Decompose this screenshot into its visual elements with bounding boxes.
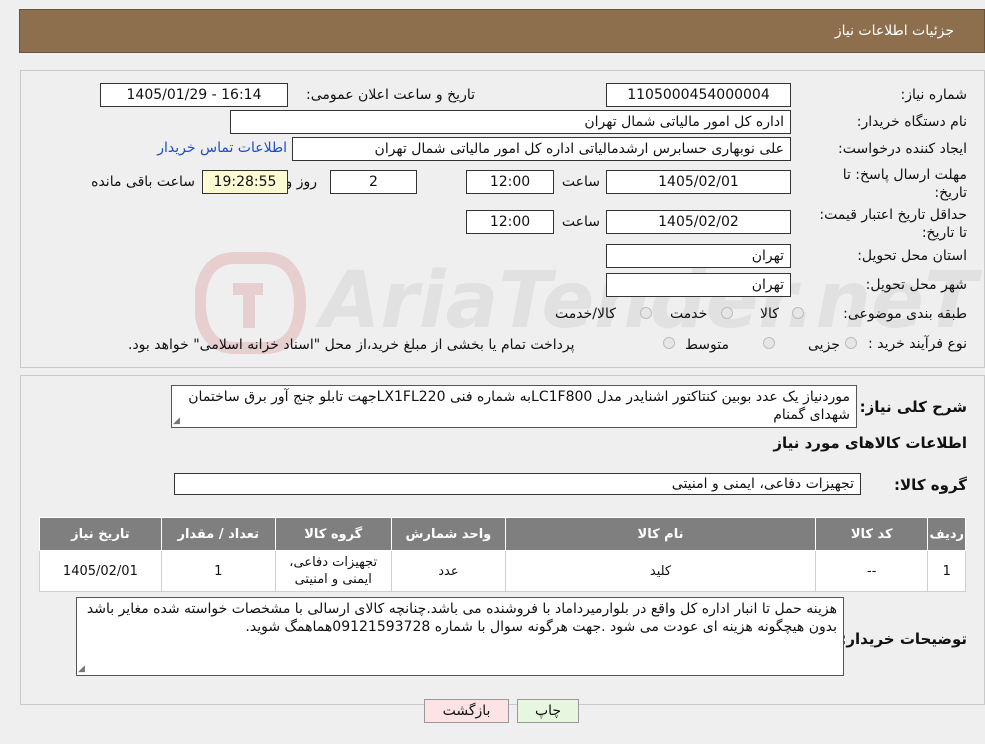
goods-group-cell: تجهیزات دفاعی، ایمنی و امنیتی xyxy=(274,550,392,592)
goods-code-cell: -- xyxy=(814,550,929,592)
process-note: پرداخت تمام یا بخشی از مبلغ خرید،از محل … xyxy=(128,337,575,353)
watermark-text: AriaTender.neT xyxy=(320,256,978,346)
unit-cell: عدد xyxy=(390,550,507,592)
delivery-city-field: تهران xyxy=(606,273,791,297)
announce-datetime-label: تاریخ و ساعت اعلان عمومی: xyxy=(306,87,475,103)
description-field: موردنیاز یک عدد بوبین کنتاکتور اشنایدر م… xyxy=(171,385,857,428)
remaining-time-field: 19:28:55 xyxy=(202,170,288,194)
print-button[interactable]: چاپ xyxy=(517,699,579,723)
column-header: واحد شمارش xyxy=(390,517,507,551)
column-header: گروه کالا xyxy=(274,517,392,551)
buyer-contact-link[interactable]: اطلاعات تماس خریدار xyxy=(157,140,287,156)
goods-table: ردیف کد کالا نام کالا واحد شمارش گروه کا… xyxy=(39,517,966,592)
delivery-province-field: تهران xyxy=(606,244,791,268)
column-header: کد کالا xyxy=(814,517,929,551)
goods-name-cell: کلید xyxy=(505,550,816,592)
buyer-notes-label: توضیحات خریدار: xyxy=(840,630,967,648)
requester-field: علی نوبهاری حسابرس ارشدمالیاتی اداره کل … xyxy=(292,137,791,161)
category-option-goods-service: کالا/خدمت xyxy=(555,306,616,322)
column-header: نام کالا xyxy=(505,517,816,551)
need-number-label: شماره نیاز: xyxy=(900,87,968,103)
category-radio-goods[interactable] xyxy=(792,307,804,319)
process-type-label: نوع فرآیند خرید : xyxy=(868,336,967,352)
category-radio-service[interactable] xyxy=(721,307,733,319)
requester-label: ایجاد کننده درخواست: xyxy=(838,141,967,157)
need-date-cell: 1405/02/01 xyxy=(39,550,162,592)
process-option-medium: متوسط xyxy=(685,337,729,353)
goods-table-wrapper: ردیف کد کالا نام کالا واحد شمارش گروه کا… xyxy=(39,517,966,592)
resize-grip-icon[interactable]: ◢ xyxy=(78,664,88,674)
deadline-time-field: 12:00 xyxy=(466,170,554,194)
description-label: شرح کلی نیاز: xyxy=(859,398,967,416)
remaining-time-label: ساعت باقی مانده xyxy=(91,174,195,190)
deadline-time-label: ساعت xyxy=(561,174,600,190)
announce-datetime-field: 1405/01/29 - 16:14 xyxy=(100,83,288,107)
category-option-goods: کالا xyxy=(760,306,779,322)
goods-group-label: گروه کالا: xyxy=(894,476,967,494)
column-header: ردیف xyxy=(927,517,966,551)
price-validity-date-field: 1405/02/02 xyxy=(606,210,791,234)
need-number-field: 1105000454000004 xyxy=(606,83,791,107)
row-number-cell: 1 xyxy=(927,550,966,592)
price-validity-time-label: ساعت xyxy=(561,214,600,230)
process-radio-medium[interactable] xyxy=(763,337,775,349)
column-header: تاریخ نیاز xyxy=(39,517,162,551)
price-validity-label: حداقل تاریخ اعتبار قیمت: تا تاریخ: xyxy=(819,207,967,241)
deadline-label: مهلت ارسال پاسخ: تا تاریخ: xyxy=(842,167,967,201)
remaining-days-field: 2 xyxy=(330,170,417,194)
days-label: روز و xyxy=(285,174,318,190)
deadline-date-field: 1405/02/01 xyxy=(606,170,791,194)
buyer-notes-field: هزینه حمل تا انبار اداره کل واقع در بلوا… xyxy=(76,597,844,676)
process-radio-minor[interactable] xyxy=(845,337,857,349)
category-radio-goods-service[interactable] xyxy=(640,307,652,319)
column-header: تعداد / مقدار xyxy=(160,517,276,551)
page-title: جزئیات اطلاعات نیاز xyxy=(834,23,954,39)
resize-grip-icon[interactable]: ◢ xyxy=(173,416,183,426)
buyer-org-field: اداره کل امور مالیاتی شمال تهران xyxy=(230,110,791,134)
goods-table-header: ردیف کد کالا نام کالا واحد شمارش گروه کا… xyxy=(39,517,966,551)
price-validity-time-field: 12:00 xyxy=(466,210,554,234)
process-radio-treasury[interactable] xyxy=(663,337,675,349)
delivery-city-label: شهر محل تحویل: xyxy=(865,277,967,293)
goods-group-field: تجهیزات دفاعی، ایمنی و امنیتی xyxy=(174,473,861,495)
back-button[interactable]: بازگشت xyxy=(424,699,509,723)
goods-section-title: اطلاعات کالاهای مورد نیاز xyxy=(773,434,967,452)
delivery-province-label: استان محل تحویل: xyxy=(857,248,967,264)
process-option-minor: جزیی xyxy=(808,337,840,353)
quantity-cell: 1 xyxy=(160,550,276,592)
page-header: جزئیات اطلاعات نیاز xyxy=(19,9,985,53)
category-option-service: خدمت xyxy=(670,306,708,322)
category-label: طبقه بندی موضوعی: xyxy=(843,306,967,322)
buyer-org-label: نام دستگاه خریدار: xyxy=(856,114,967,130)
table-row: 1 -- کلید عدد تجهیزات دفاعی، ایمنی و امن… xyxy=(39,550,966,592)
